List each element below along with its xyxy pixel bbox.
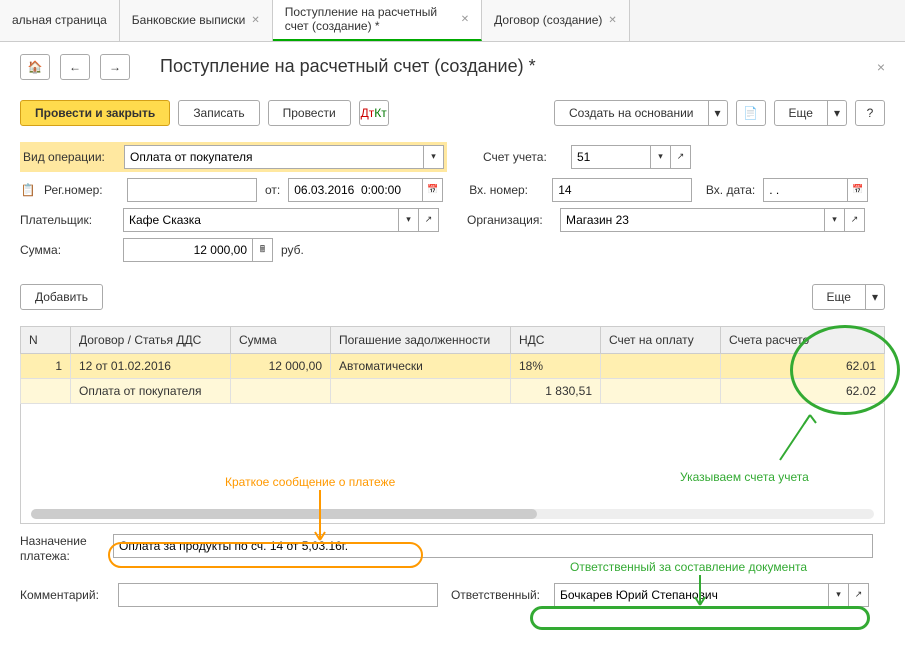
open-icon[interactable]: ↗	[419, 208, 439, 232]
purpose-field[interactable]	[113, 534, 873, 558]
page-title: Поступление на расчетный счет (создание)…	[160, 56, 867, 77]
add-button[interactable]: Добавить	[20, 284, 103, 310]
toolbar: Провести и закрыть Записать Провести ДтК…	[0, 92, 905, 134]
vh-date-label: Вх. дата:	[700, 183, 755, 197]
help-button[interactable]: ?	[855, 100, 885, 126]
reg-label: Рег.номер:	[44, 183, 119, 197]
scrollbar[interactable]	[31, 509, 874, 519]
vh-date-field[interactable]	[763, 178, 848, 202]
dropdown-icon[interactable]: ▾	[399, 208, 419, 232]
dropdown-icon[interactable]: ▾	[829, 583, 849, 607]
close-icon[interactable]: ✕	[251, 15, 259, 26]
document-icon[interactable]: 📄	[736, 100, 766, 126]
purpose-label: Назначение платежа:	[20, 534, 105, 565]
resp-label: Ответственный:	[446, 588, 546, 602]
reg-number-field[interactable]	[127, 178, 257, 202]
org-field[interactable]	[560, 208, 825, 232]
table-more-button[interactable]: Еще ▾	[812, 284, 885, 310]
close-icon[interactable]: ✕	[461, 14, 469, 25]
home-button[interactable]: 🏠	[20, 54, 50, 80]
payer-label: Плательщик:	[20, 213, 115, 227]
tab-bar: альная страница Банковские выписки✕ Пост…	[0, 0, 905, 42]
back-button[interactable]: ←	[60, 54, 90, 80]
header: 🏠 ← → Поступление на расчетный счет (соз…	[0, 42, 905, 92]
close-icon[interactable]: ✕	[608, 15, 616, 26]
dropdown-icon[interactable]: ▾	[866, 284, 885, 310]
open-icon[interactable]: ↗	[671, 145, 691, 169]
sum-field[interactable]	[123, 238, 253, 262]
bottom-form: Назначение платежа: Комментарий: Ответст…	[0, 524, 905, 623]
date-field[interactable]	[288, 178, 423, 202]
table-row[interactable]: 1 12 от 01.02.2016 12 000,00 Автоматичес…	[21, 353, 885, 378]
document-icon: 📋	[20, 182, 36, 198]
payer-field[interactable]	[123, 208, 399, 232]
org-label: Организация:	[467, 213, 552, 227]
from-label: от:	[265, 183, 280, 197]
tab-bank[interactable]: Банковские выписки✕	[120, 0, 273, 41]
table: N Договор / Статья ДДС Сумма Погашение з…	[0, 326, 905, 404]
col-vat[interactable]: НДС	[511, 326, 601, 353]
open-icon[interactable]: ↗	[849, 583, 869, 607]
dropdown-icon[interactable]: ▾	[709, 100, 728, 126]
save-button[interactable]: Записать	[178, 100, 259, 126]
form: Вид операции: ▾ Счет учета: ▾ ↗ 📋 Рег.но…	[0, 134, 905, 276]
tab-receipt[interactable]: Поступление на расчетный счет (создание)…	[273, 0, 482, 41]
calendar-icon[interactable]: 📅	[848, 178, 868, 202]
dropdown-icon[interactable]: ▾	[424, 145, 444, 169]
open-icon[interactable]: ↗	[845, 208, 865, 232]
comment-label: Комментарий:	[20, 588, 110, 602]
col-acc[interactable]: Счета расчето	[721, 326, 885, 353]
calendar-icon[interactable]: 📅	[423, 178, 443, 202]
table-body-empty	[20, 404, 885, 524]
dtct-icon[interactable]: ДтКт	[359, 100, 389, 126]
col-sum[interactable]: Сумма	[231, 326, 331, 353]
forward-button[interactable]: →	[100, 54, 130, 80]
tab-main[interactable]: альная страница	[0, 0, 120, 41]
tab-contract[interactable]: Договор (создание)✕	[482, 0, 630, 41]
vh-number-field[interactable]	[552, 178, 692, 202]
col-n[interactable]: N	[21, 326, 71, 353]
resp-field[interactable]	[554, 583, 829, 607]
table-toolbar: Добавить Еще ▾	[0, 276, 905, 318]
account-label: Счет учета:	[483, 150, 563, 164]
op-type-field[interactable]	[124, 145, 424, 169]
sum-label: Сумма:	[20, 243, 115, 257]
post-close-button[interactable]: Провести и закрыть	[20, 100, 170, 126]
vh-number-label: Вх. номер:	[469, 183, 544, 197]
col-contract[interactable]: Договор / Статья ДДС	[71, 326, 231, 353]
dropdown-icon[interactable]: ▾	[825, 208, 845, 232]
close-button[interactable]: ×	[877, 59, 885, 75]
dropdown-icon[interactable]: ▾	[828, 100, 847, 126]
col-repay[interactable]: Погашение задолженности	[331, 326, 511, 353]
dropdown-icon[interactable]: ▾	[651, 145, 671, 169]
more-button[interactable]: Еще ▾	[774, 100, 847, 126]
currency-label: руб.	[281, 243, 304, 257]
account-field[interactable]	[571, 145, 651, 169]
comment-field[interactable]	[118, 583, 438, 607]
col-invoice[interactable]: Счет на оплату	[601, 326, 721, 353]
op-type-label: Вид операции:	[23, 150, 118, 164]
calculator-icon[interactable]: 🖩	[253, 238, 273, 262]
create-based-button[interactable]: Создать на основании ▾	[554, 100, 728, 126]
table-row[interactable]: Оплата от покупателя 1 830,51 62.02	[21, 378, 885, 403]
post-button[interactable]: Провести	[268, 100, 351, 126]
